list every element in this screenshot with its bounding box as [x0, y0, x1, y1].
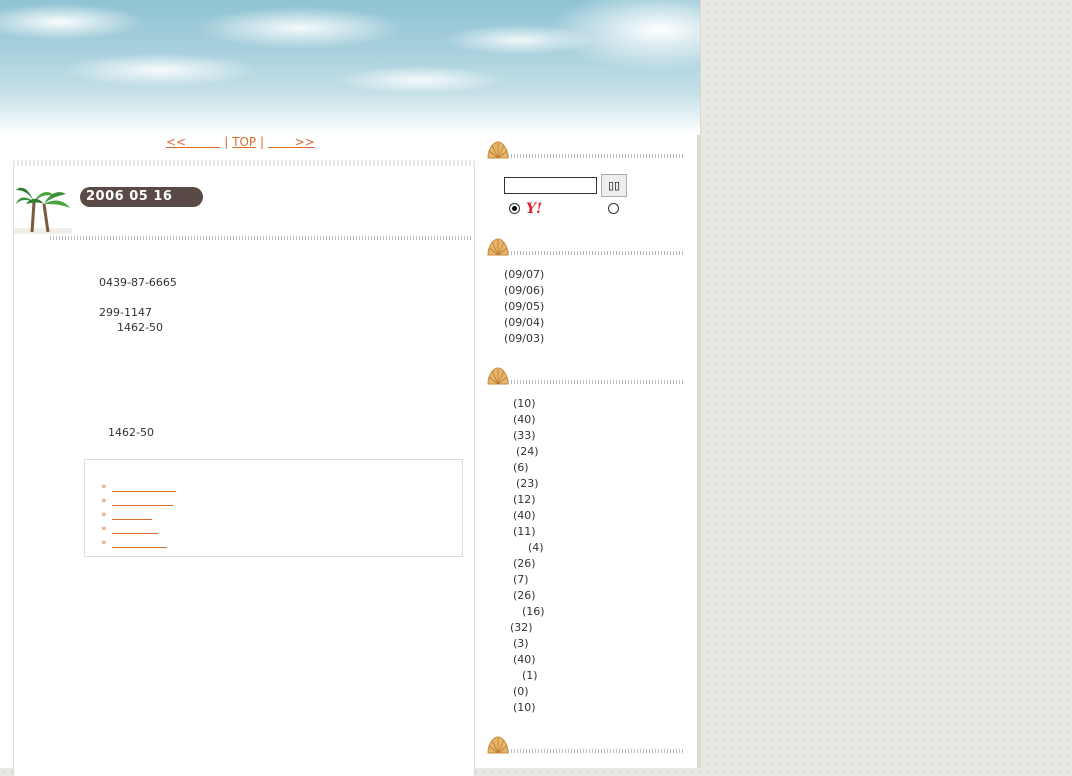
related-links-box: » » » » »: [84, 459, 463, 557]
next-entry-link[interactable]: >>: [268, 135, 315, 149]
category-count[interactable]: (11): [504, 524, 545, 540]
palm-tree-icon: [14, 187, 72, 234]
nav-separator: |: [260, 135, 265, 149]
recent-entries-list: (09/07) (09/06) (09/05) (09/04) (09/03): [504, 267, 544, 347]
search-button[interactable]: ▯▯: [601, 174, 627, 197]
sidebar-heading-next: [486, 735, 684, 757]
top-link[interactable]: TOP: [232, 135, 256, 149]
category-count[interactable]: (26): [504, 588, 545, 604]
sidebar-heading-recent: [486, 237, 684, 259]
yahoo-logo-icon: Y!: [526, 201, 543, 217]
category-count[interactable]: (12): [504, 492, 545, 508]
category-count[interactable]: (1): [504, 668, 545, 684]
shell-icon: [487, 736, 509, 754]
shell-icon: [487, 238, 509, 256]
address-number: 1462-50: [117, 321, 163, 334]
nav-separator: |: [224, 135, 229, 149]
category-count[interactable]: (10): [504, 396, 545, 412]
category-count[interactable]: (24): [504, 444, 545, 460]
category-count[interactable]: (40): [504, 508, 545, 524]
entry-date-badge: 2006 05 16: [80, 187, 203, 207]
address-number-repeat: 1462-50: [108, 426, 154, 439]
search-input[interactable]: [504, 177, 597, 194]
category-count[interactable]: (4): [504, 540, 545, 556]
category-count[interactable]: (23): [504, 476, 545, 492]
recent-entry-date[interactable]: (09/05): [504, 299, 544, 315]
recent-entry-date[interactable]: (09/06): [504, 283, 544, 299]
arrow-icon: »: [101, 524, 107, 534]
radio-yahoo-search[interactable]: [509, 203, 520, 214]
phone-number: 0439-87-6665: [99, 276, 177, 289]
entry-navigation: << | TOP | >>: [166, 135, 315, 149]
category-count[interactable]: (7): [504, 572, 545, 588]
category-count[interactable]: (6): [504, 460, 545, 476]
prev-entry-link[interactable]: <<: [166, 135, 220, 149]
category-count[interactable]: (10): [504, 700, 545, 716]
sidebar-heading-categories: [486, 366, 684, 388]
category-count[interactable]: (0): [504, 684, 545, 700]
date-divider: [50, 236, 471, 240]
arrow-icon: »: [101, 482, 107, 492]
category-list: (10) (40) (33) (24) (6) (23) (12) (40) (…: [504, 396, 545, 716]
category-count[interactable]: (33): [504, 428, 545, 444]
category-count[interactable]: (26): [504, 556, 545, 572]
category-count[interactable]: (40): [504, 412, 545, 428]
header-sky-banner: [0, 0, 700, 135]
recent-entry-date[interactable]: (09/07): [504, 267, 544, 283]
postal-code: 299-1147: [99, 306, 152, 319]
arrow-icon: »: [101, 496, 107, 506]
category-count[interactable]: (40): [504, 652, 545, 668]
category-count[interactable]: (16): [504, 604, 545, 620]
category-count[interactable]: (3): [504, 636, 545, 652]
shell-icon: [487, 141, 509, 159]
arrow-icon: »: [101, 538, 107, 548]
sidebar-heading-search: [486, 140, 684, 162]
shell-icon: [487, 367, 509, 385]
radio-site-search[interactable]: [608, 203, 619, 214]
recent-entry-date[interactable]: (09/04): [504, 315, 544, 331]
arrow-icon: »: [101, 510, 107, 520]
category-count[interactable]: (32): [504, 620, 545, 636]
recent-entry-date[interactable]: (09/03): [504, 331, 544, 347]
